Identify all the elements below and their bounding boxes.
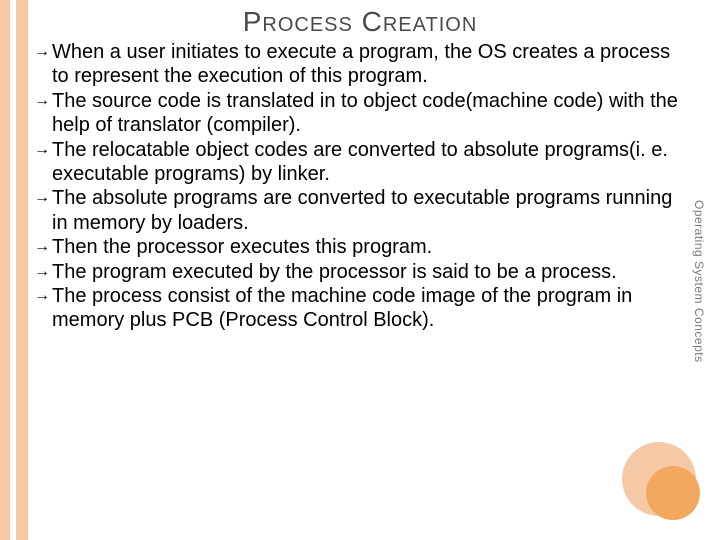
bullet-item: → The program executed by the processor … <box>34 260 680 284</box>
arrow-icon: → <box>34 262 50 282</box>
bullet-item: → When a user initiates to execute a pro… <box>34 40 680 89</box>
decor-stripe-outer <box>0 0 10 540</box>
slide: Process Creation → When a user initiates… <box>0 0 720 540</box>
arrow-icon: → <box>34 91 50 111</box>
bullet-item: → The source code is translated in to ob… <box>34 89 680 138</box>
bullet-item: → Then the processor executes this progr… <box>34 235 680 259</box>
bullet-text: The source code is translated in to obje… <box>52 90 678 136</box>
side-label: Operating System Concepts <box>688 200 706 420</box>
bullet-item: → The absolute programs are converted to… <box>34 186 680 235</box>
decor-circle-inner <box>646 466 700 520</box>
arrow-icon: → <box>34 42 50 62</box>
bullet-text: The absolute programs are converted to e… <box>52 187 672 233</box>
bullet-text: When a user initiates to execute a progr… <box>52 41 670 87</box>
arrow-icon: → <box>34 286 50 306</box>
arrow-icon: → <box>34 188 50 208</box>
bullet-text: Then the processor executes this program… <box>52 236 432 258</box>
bullet-text: The relocatable object codes are convert… <box>52 139 668 185</box>
bullet-text: The program executed by the processor is… <box>52 261 617 283</box>
bullet-text: The process consist of the machine code … <box>52 285 632 331</box>
slide-title: Process Creation <box>0 6 720 38</box>
decor-stripe-inner <box>16 0 28 540</box>
arrow-icon: → <box>34 140 50 160</box>
bullet-item: → The relocatable object codes are conve… <box>34 138 680 187</box>
slide-content: → When a user initiates to execute a pro… <box>34 40 680 333</box>
bullet-item: → The process consist of the machine cod… <box>34 284 680 333</box>
arrow-icon: → <box>34 237 50 257</box>
